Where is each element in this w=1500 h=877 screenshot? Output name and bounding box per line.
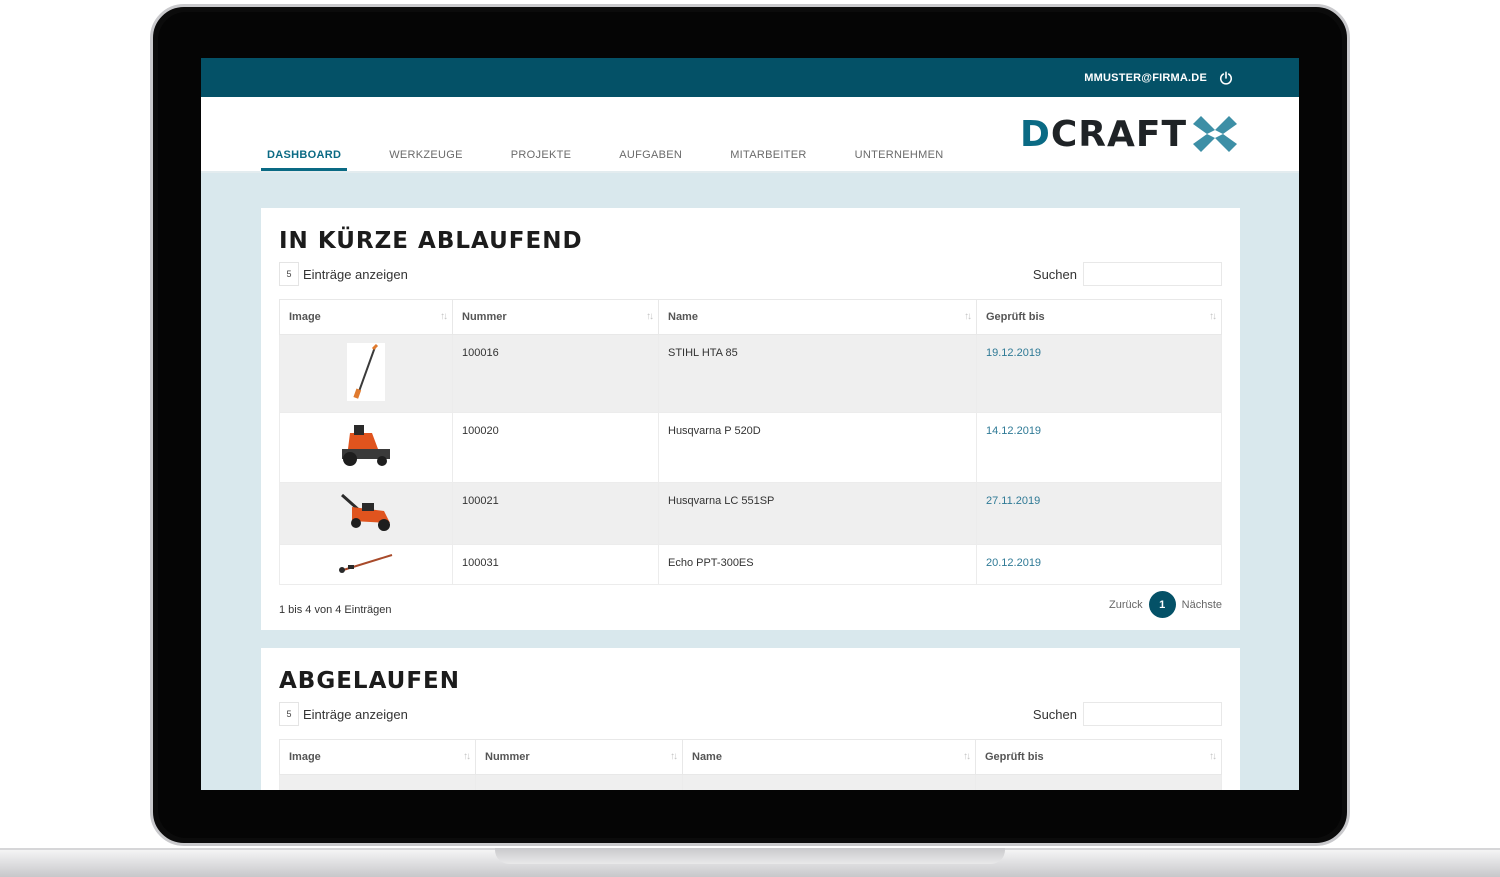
nav-item-werkzeuge[interactable]: WERKZEUGE: [365, 137, 487, 171]
table-row[interactable]: 100016 STIHL HTA 85 19.12.2019: [279, 334, 1222, 413]
user-email[interactable]: MMUSTER@FIRMA.DE: [1084, 72, 1207, 84]
column-header-gepruft-bis[interactable]: Geprüft bis ↑↓: [976, 299, 1222, 335]
cell-name: STIHL HTA 85: [658, 334, 977, 413]
column-header-image[interactable]: Image ↑↓: [279, 299, 453, 335]
search-label: Suchen: [1032, 706, 1077, 722]
laptop-notch: [495, 848, 1005, 864]
column-header-nummer[interactable]: Nummer ↑↓: [452, 299, 659, 335]
pole-saw-icon: [339, 554, 393, 573]
expiring-table: Image ↑↓ Nummer ↑↓ Name ↑↓ Geprüft bis ↑↓: [279, 299, 1222, 585]
column-header-nummer[interactable]: Nummer ↑↓: [475, 739, 683, 775]
nav-item-unternehmen[interactable]: UNTERNEHMEN: [831, 137, 968, 171]
cell-name: Echo PPT-300ES: [658, 544, 977, 585]
search-label: Suchen: [1032, 266, 1077, 282]
section-title: IN KÜRZE ABLAUFEND: [279, 228, 583, 254]
entries-length-label: Einträge anzeigen: [303, 706, 408, 722]
page-1-button[interactable]: 1: [1148, 591, 1176, 618]
cell-nummer: 100021: [452, 482, 659, 545]
column-header-name[interactable]: Name ↑↓: [682, 739, 976, 775]
table-row[interactable]: 100031 Echo PPT-300ES 20.12.2019: [279, 544, 1222, 585]
table-row[interactable]: 100020 Husqvarna P 520D 14.12.2019: [279, 412, 1222, 483]
nav-item-dashboard[interactable]: DASHBOARD: [261, 137, 348, 171]
nav-item-projekte[interactable]: PROJEKTE: [487, 137, 595, 171]
main-nav: DASHBOARD WERKZEUGE PROJEKTE AUFGABEN MI…: [201, 97, 1299, 173]
cell-nummer: 100016: [452, 334, 659, 413]
next-page-button[interactable]: Nächste: [1182, 599, 1222, 611]
logo-letter-d: D: [1019, 113, 1051, 155]
prev-page-button[interactable]: Zurück: [1109, 599, 1143, 611]
expiring-soon-card: IN KÜRZE ABLAUFEND 5 Einträge anzeigen S…: [261, 208, 1240, 630]
top-bar: MMUSTER@FIRMA.DE: [201, 58, 1299, 97]
logo-mark-icon: [1193, 116, 1237, 152]
expired-card: ABGELAUFEN 5 Einträge anzeigen Suchen Im…: [261, 648, 1240, 790]
entries-length-select[interactable]: 5: [279, 702, 299, 726]
sort-icon: ↑↓: [1209, 751, 1217, 762]
entries-length-label: Einträge anzeigen: [303, 266, 408, 282]
nav-item-mitarbeiter[interactable]: MITARBEITER: [706, 137, 830, 171]
sort-icon: ↑↓: [670, 751, 678, 762]
cell-name: Husqvarna P 520D: [658, 412, 977, 483]
nav-item-aufgaben[interactable]: AUFGABEN: [595, 137, 706, 171]
sort-icon: ↑↓: [963, 751, 971, 762]
search-input[interactable]: [1083, 702, 1222, 726]
logo-text: CRAFT: [1050, 113, 1187, 155]
cell-date: 19.12.2019: [976, 334, 1222, 413]
table-row[interactable]: [279, 774, 1222, 790]
pagination: Zurück 1 Nächste: [1109, 591, 1222, 618]
dcraft-logo[interactable]: DCRAFT: [1020, 108, 1241, 160]
cell-date: 27.11.2019: [976, 482, 1222, 545]
sort-icon: ↑↓: [463, 751, 471, 762]
table-row[interactable]: 100021 Husqvarna LC 551SP 27.11.2019: [279, 482, 1222, 545]
sort-icon: ↑↓: [646, 311, 654, 322]
pole-trimmer-icon: [347, 343, 385, 401]
power-icon[interactable]: [1219, 71, 1233, 85]
column-header-name[interactable]: Name ↑↓: [658, 299, 977, 335]
sort-icon: ↑↓: [1209, 311, 1217, 322]
sort-icon: ↑↓: [440, 311, 448, 322]
expired-table: Image ↑↓ Nummer ↑↓ Name ↑↓ Geprüft bis ↑↓: [279, 739, 1222, 790]
entries-length-select[interactable]: 5: [279, 262, 299, 286]
cell-nummer: 100031: [452, 544, 659, 585]
cell-name: Husqvarna LC 551SP: [658, 482, 977, 545]
app-screen: MMUSTER@FIRMA.DE DASHBOARD WERKZEUGE PRO…: [201, 58, 1299, 790]
cell-date: 20.12.2019: [976, 544, 1222, 585]
cell-date: 14.12.2019: [976, 412, 1222, 483]
column-header-gepruft-bis[interactable]: Geprüft bis ↑↓: [975, 739, 1222, 775]
riding-mower-icon: [342, 425, 390, 466]
cell-nummer: 100020: [452, 412, 659, 483]
sort-icon: ↑↓: [964, 311, 972, 322]
search-input[interactable]: [1083, 262, 1222, 286]
section-title: ABGELAUFEN: [279, 668, 461, 694]
column-header-image[interactable]: Image ↑↓: [279, 739, 476, 775]
lawn-mower-icon: [341, 493, 390, 531]
table-info: 1 bis 4 von 4 Einträgen: [279, 603, 392, 616]
